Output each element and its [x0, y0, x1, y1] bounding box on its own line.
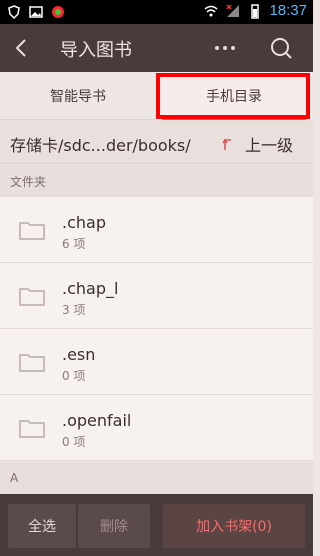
status-time: 18:37 — [269, 2, 307, 19]
app-logo-icon — [52, 6, 64, 18]
bottom-action-bar: 全选 删除 加入书架(0) — [0, 494, 313, 556]
folder-item[interactable]: .chap 6 项 — [0, 197, 313, 263]
folder-icon — [19, 222, 45, 240]
section-folders: 文件夹 — [0, 165, 313, 197]
wifi-icon — [204, 5, 218, 16]
add-to-shelf-label: 加入书架(0) — [196, 519, 272, 535]
folder-count: 0 项 — [62, 369, 86, 383]
folder-name: .esn — [62, 345, 96, 364]
battery-icon — [251, 3, 260, 19]
go-up-button[interactable]: 上一级 — [221, 132, 293, 156]
section-label: A — [10, 471, 19, 485]
folder-item[interactable]: .openfail 0 项 — [0, 395, 313, 461]
status-right: 18:37 — [203, 2, 307, 19]
folder-icon — [19, 420, 45, 438]
folder-list: .chap 6 项 .chap_l 3 项 .esn 0 项 .openfail… — [0, 197, 313, 461]
folder-item[interactable]: .esn 0 项 — [0, 329, 313, 395]
up-arrow-icon — [222, 138, 231, 150]
tab-label: 手机目录 — [206, 89, 262, 105]
add-to-shelf-button[interactable]: 加入书架(0) — [163, 504, 305, 548]
select-all-label: 全选 — [28, 519, 56, 535]
folder-count: 3 项 — [62, 303, 86, 317]
folder-count: 6 项 — [62, 237, 86, 251]
tab-label: 智能导书 — [50, 89, 106, 105]
folder-icon — [19, 354, 45, 372]
section-letter-a: A — [0, 462, 313, 494]
section-label: 文件夹 — [10, 174, 47, 189]
select-all-button[interactable]: 全选 — [8, 504, 76, 548]
go-up-label: 上一级 — [244, 136, 293, 155]
folder-name: .openfail — [62, 411, 132, 430]
page-title: 导入图书 — [60, 40, 132, 61]
image-icon — [29, 6, 43, 18]
status-left-icons — [6, 4, 66, 20]
chevron-left-icon[interactable] — [10, 36, 34, 60]
delete-button[interactable]: 删除 — [78, 504, 150, 548]
current-path: 存储卡/sdc...der/books/ — [10, 136, 191, 155]
status-bar: 18:37 — [0, 0, 313, 24]
folder-item[interactable]: .chap_l 3 项 — [0, 263, 313, 329]
more-dots-icon[interactable] — [211, 36, 239, 60]
path-bar: 存储卡/sdc...der/books/ 上一级 — [0, 120, 313, 164]
folder-name: .chap — [62, 213, 106, 232]
tab-phone-directory[interactable]: 手机目录 — [156, 72, 312, 120]
shield-icon — [8, 5, 20, 20]
app-header: 导入图书 — [0, 24, 313, 72]
folder-name: .chap_l — [62, 279, 119, 298]
delete-label: 删除 — [100, 519, 128, 535]
signal-icon — [226, 3, 240, 17]
search-icon[interactable] — [269, 36, 293, 60]
folder-count: 0 项 — [62, 435, 86, 449]
folder-icon — [19, 288, 45, 306]
tab-smart-import[interactable]: 智能导书 — [0, 72, 156, 120]
tab-bar: 智能导书 手机目录 — [0, 72, 313, 120]
